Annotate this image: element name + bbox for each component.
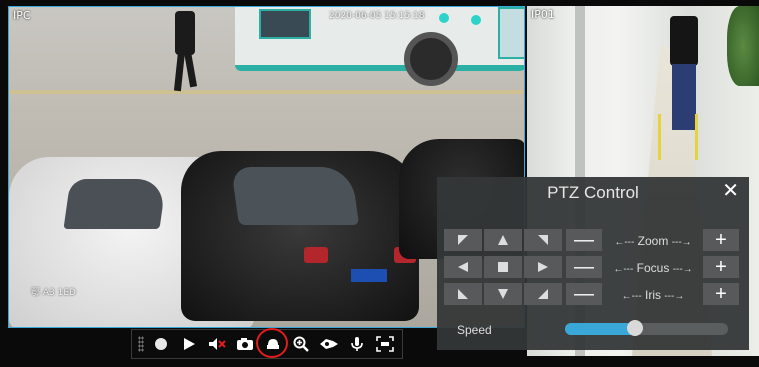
arrow-right-icon: ---→ [671,237,692,248]
pan-down-left-button[interactable] [444,283,482,305]
pan-down-right-button[interactable] [524,283,562,305]
mute-button[interactable] [206,333,228,355]
highlight-circle [256,328,288,358]
arrow-right-icon [538,262,548,272]
close-button[interactable]: ✕ [722,180,739,202]
arrow-left-icon: ←--- [621,291,642,302]
pan-up-button[interactable] [484,229,522,251]
arrow-down-right-icon [538,289,548,299]
walking-person-legs [672,64,696,130]
stop-button[interactable] [484,256,522,278]
focus-label-text: Focus [636,261,670,275]
pan-left-button[interactable] [444,256,482,278]
zoom-label: ←--- Zoom ---→ [613,234,693,248]
pedestrian-leg [183,50,198,88]
white-car-windshield [63,179,167,229]
fisheye-button[interactable] [318,333,340,355]
bus-wheel [404,32,458,86]
arrow-left-icon: ←--- [613,264,634,275]
microphone-icon [351,337,363,351]
speed-slider-thumb[interactable] [627,320,644,336]
speed-slider-track[interactable] [565,323,728,335]
focus-minus-button[interactable]: — [566,256,602,278]
speed-label: Speed [457,323,492,337]
bus-window [259,9,311,39]
ptz-title: PTZ Control [547,183,639,202]
record-icon [155,338,167,350]
record-button[interactable] [150,333,172,355]
arrow-left-icon [458,262,468,272]
ptz-control-panel: PTZ Control ✕ — ←--- Zoom ---→ + — ←--- … [437,177,749,350]
camera-label: IPC [13,9,31,22]
microphone-button[interactable] [346,333,368,355]
arrow-left-icon: ←--- [614,237,635,248]
zoom-minus-button[interactable]: — [566,229,602,251]
pan-right-button[interactable] [524,256,562,278]
arrow-up-icon [498,235,508,245]
arrow-down-left-icon [458,289,468,299]
drag-handle[interactable] [138,336,144,352]
arrow-up-right-icon [538,235,548,245]
iris-plus-button[interactable]: + [703,283,739,305]
pan-up-left-button[interactable] [444,229,482,251]
fisheye-icon [320,339,338,349]
iris-label: ←--- Iris ---→ [613,288,693,302]
play-button[interactable] [178,333,200,355]
fullscreen-button[interactable] [374,333,396,355]
zoom-in-button[interactable] [290,333,312,355]
detection-line [658,114,661,160]
black-car-windshield [230,167,360,225]
arrow-down-icon [498,289,508,299]
iris-minus-button[interactable]: — [566,283,602,305]
camera-label: IP01 [531,8,555,21]
zoom-in-icon [293,336,309,352]
stop-icon [498,262,508,272]
zoom-label-text: Zoom [637,234,669,248]
pan-up-right-button[interactable] [524,229,562,251]
pedestrian [175,11,195,55]
bus-light [439,13,449,23]
zoom-plus-button[interactable]: + [703,229,739,251]
iris-label-text: Iris [645,288,661,302]
walking-person [670,16,698,66]
detection-line [695,114,698,160]
plate-overlay: 鄂 A3 1ED [31,288,76,298]
play-icon [184,338,195,350]
pan-down-button[interactable] [484,283,522,305]
ptz-button[interactable] [256,328,288,358]
focus-label: ←--- Focus ---→ [613,261,693,275]
pedestrian-leg [173,50,186,92]
plant [727,6,759,86]
speed-slider-fill [565,323,636,335]
preview-toolbar [131,328,403,359]
arrow-right-icon: ---→ [664,291,685,302]
snapshot-button[interactable] [234,333,256,355]
focus-plus-button[interactable]: + [703,256,739,278]
arrow-right-icon: ---→ [672,264,693,275]
arrow-up-left-icon [458,235,468,245]
bus-door [498,7,524,59]
fullscreen-icon [376,336,394,352]
mute-icon [209,338,226,350]
road-line [9,90,524,94]
bus-light [471,15,481,25]
license-plate [351,269,387,282]
snapshot-icon [237,338,253,350]
timestamp-overlay: 2020-06-05 15:15:18 [329,11,425,21]
tail-light [304,247,328,263]
